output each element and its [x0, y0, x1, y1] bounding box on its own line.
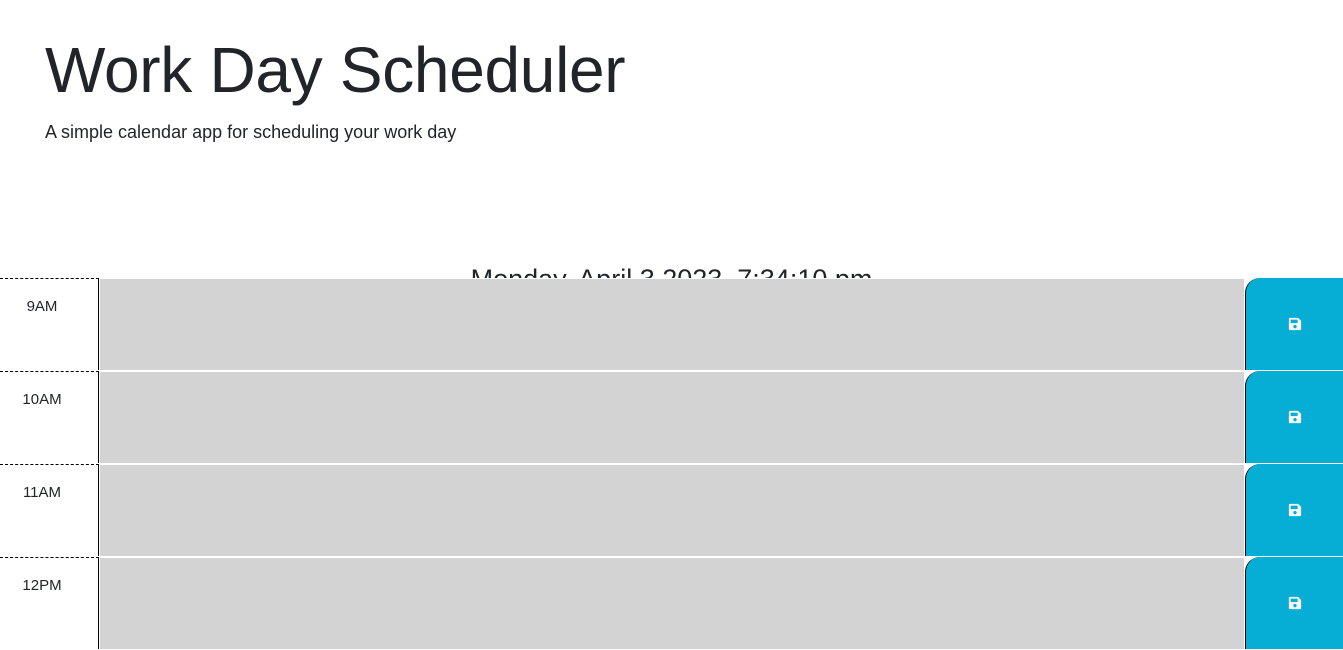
page-subtitle: A simple calendar app for scheduling you…: [45, 122, 457, 142]
time-block-10am: 10AM: [0, 371, 1343, 463]
save-button[interactable]: [1245, 557, 1343, 649]
event-description-input[interactable]: [100, 464, 1244, 556]
floppy-disk-icon: [1288, 410, 1302, 424]
hour-label: 9AM: [0, 278, 99, 370]
save-button[interactable]: [1245, 371, 1343, 463]
time-block-12pm: 12PM: [0, 557, 1343, 649]
page-header: Work Day Scheduler A simple calendar app…: [0, 0, 1343, 225]
floppy-disk-icon: [1288, 317, 1302, 331]
page-title: Work Day Scheduler: [45, 34, 626, 106]
event-description-input[interactable]: [100, 371, 1244, 463]
time-block-11am: 11AM: [0, 464, 1343, 556]
hour-label: 10AM: [0, 371, 99, 463]
time-block-9am: 9AM: [0, 278, 1343, 370]
save-button[interactable]: [1245, 278, 1343, 370]
event-description-input[interactable]: [100, 557, 1244, 649]
hour-label: 12PM: [0, 557, 99, 649]
floppy-disk-icon: [1288, 596, 1302, 610]
event-description-input[interactable]: [100, 278, 1244, 370]
floppy-disk-icon: [1288, 503, 1302, 517]
hour-label: 11AM: [0, 464, 99, 556]
save-button[interactable]: [1245, 464, 1343, 556]
time-blocks-container: 9AM 10AM 11AM 12PM: [0, 278, 1343, 650]
